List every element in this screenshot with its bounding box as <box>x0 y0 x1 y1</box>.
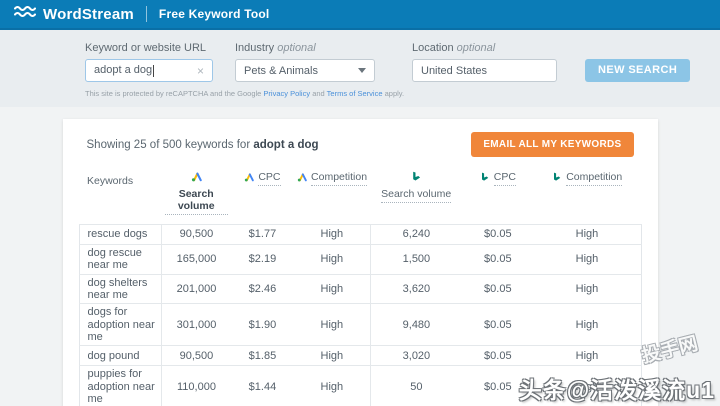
google-competition-cell: High <box>294 304 370 346</box>
industry-label: Industry optional <box>235 42 412 54</box>
brand-name: WordStream <box>43 6 134 23</box>
bing-cpc-cell: $0.05 <box>462 274 533 304</box>
keyword-cell: dogs for adoption near me <box>79 304 162 346</box>
col-header-google-competition: Competition <box>294 165 370 225</box>
results-summary: Showing 25 of 500 keywords for adopt a d… <box>87 139 319 151</box>
keyword-cell: dog pound <box>79 346 162 366</box>
chevron-down-icon <box>358 68 366 73</box>
google-search-volume-cell: 90,500 <box>162 225 231 245</box>
bing-competition-cell: High <box>533 245 641 275</box>
google-search-volume-cell: 201,000 <box>162 274 231 304</box>
bing-search-volume-cell: 9,480 <box>370 304 462 346</box>
google-competition-cell: High <box>294 245 370 275</box>
google-search-volume-cell: 165,000 <box>162 245 231 275</box>
email-keywords-button[interactable]: EMAIL ALL MY KEYWORDS <box>471 132 633 157</box>
col-header-google-search-volume: Search volume <box>162 165 231 225</box>
google-ads-icon <box>297 172 307 185</box>
google-ads-icon <box>191 171 202 185</box>
bing-cpc-cell: $0.05 <box>462 245 533 275</box>
col-header-bing-search-volume: Search volume <box>370 165 462 225</box>
table-row: rescue dogs 90,500 $1.77 High 6,240 $0.0… <box>79 225 641 245</box>
bing-cpc-cell: $0.05 <box>462 366 533 406</box>
location-input[interactable]: United States <box>412 59 557 82</box>
google-search-volume-cell: 110,000 <box>162 366 231 406</box>
search-section: Keyword or website URL adopt a dog × Ind… <box>0 30 720 107</box>
location-value: United States <box>421 65 487 77</box>
google-search-volume-cell: 90,500 <box>162 346 231 366</box>
google-cpc-cell: $1.90 <box>231 304 294 346</box>
bing-icon <box>411 171 422 185</box>
bing-search-volume-cell: 1,500 <box>370 245 462 275</box>
col-header-bing-competition: Competition <box>533 165 641 225</box>
bing-cpc-cell: $0.05 <box>462 346 533 366</box>
industry-value: Pets & Animals <box>244 65 318 77</box>
keyword-cell: dog rescue near me <box>79 245 162 275</box>
text-caret <box>153 65 154 77</box>
google-cpc-cell: $1.77 <box>231 225 294 245</box>
bing-competition-cell: High <box>533 304 641 346</box>
bing-competition-cell: High <box>533 274 641 304</box>
bing-competition-cell: High <box>533 346 641 366</box>
google-cpc-cell: $1.44 <box>231 366 294 406</box>
topbar-divider <box>146 6 147 22</box>
col-header-bing-cpc: CPC <box>462 165 533 225</box>
keyword-cell: dog shelters near me <box>79 274 162 304</box>
bing-icon <box>480 172 490 185</box>
sort-bing-search-volume[interactable]: Search volume <box>381 188 451 203</box>
bing-competition-cell: High <box>533 225 641 245</box>
new-search-button[interactable]: NEW SEARCH <box>585 59 690 82</box>
table-row: dog pound 90,500 $1.85 High 3,020 $0.05 … <box>79 346 641 366</box>
google-competition-cell: High <box>294 274 370 304</box>
table-row: dog rescue near me 165,000 $2.19 High 1,… <box>79 245 641 275</box>
google-cpc-cell: $2.46 <box>231 274 294 304</box>
col-header-google-cpc: CPC <box>231 165 294 225</box>
bing-search-volume-cell: 6,240 <box>370 225 462 245</box>
bing-icon <box>552 172 562 185</box>
bing-search-volume-cell: 3,020 <box>370 346 462 366</box>
privacy-policy-link[interactable]: Privacy Policy <box>263 89 310 98</box>
table-row: dog shelters near me 201,000 $2.46 High … <box>79 274 641 304</box>
recaptcha-disclaimer: This site is protected by reCAPTCHA and … <box>85 89 720 98</box>
keyword-cell: puppies for adoption near me <box>79 366 162 406</box>
bing-cpc-cell: $0.05 <box>462 225 533 245</box>
query-text: adopt a dog <box>253 139 318 151</box>
keyword-label: Keyword or website URL <box>85 42 235 54</box>
keyword-field-group: Keyword or website URL adopt a dog × <box>85 42 235 82</box>
bing-cpc-cell: $0.05 <box>462 304 533 346</box>
wave-icon <box>14 5 36 23</box>
sort-bing-cpc[interactable]: CPC <box>494 171 516 186</box>
keyword-cell: rescue dogs <box>79 225 162 245</box>
industry-select[interactable]: Pets & Animals <box>235 59 375 82</box>
sort-google-search-volume[interactable]: Search volume <box>165 188 228 215</box>
keyword-value: adopt a dog <box>94 64 152 76</box>
keywords-table: Keywords Search volume <box>79 165 642 406</box>
location-field-group: Location optional United States <box>412 42 557 82</box>
col-header-keywords: Keywords <box>79 165 162 225</box>
table-header-row: Keywords Search volume <box>79 165 641 225</box>
table-row: dogs for adoption near me 301,000 $1.90 … <box>79 304 641 346</box>
google-ads-icon <box>244 172 254 185</box>
sort-google-cpc[interactable]: CPC <box>258 171 280 186</box>
topbar: WordStream Free Keyword Tool <box>0 0 720 30</box>
google-competition-cell: High <box>294 346 370 366</box>
bing-search-volume-cell: 50 <box>370 366 462 406</box>
bing-search-volume-cell: 3,620 <box>370 274 462 304</box>
google-search-volume-cell: 301,000 <box>162 304 231 346</box>
location-label: Location optional <box>412 42 557 54</box>
wordstream-logo[interactable]: WordStream <box>14 5 134 23</box>
google-cpc-cell: $2.19 <box>231 245 294 275</box>
google-competition-cell: High <box>294 366 370 406</box>
app-title: Free Keyword Tool <box>159 7 270 21</box>
google-cpc-cell: $1.85 <box>231 346 294 366</box>
table-row: puppies for adoption near me 110,000 $1.… <box>79 366 641 406</box>
terms-of-service-link[interactable]: Terms of Service <box>327 89 383 98</box>
keyword-input[interactable]: adopt a dog × <box>85 59 213 82</box>
clear-input-icon[interactable]: × <box>197 64 204 78</box>
google-competition-cell: High <box>294 225 370 245</box>
sort-bing-competition[interactable]: Competition <box>566 171 622 186</box>
bing-competition-cell: High <box>533 366 641 406</box>
results-card: Showing 25 of 500 keywords for adopt a d… <box>63 119 658 406</box>
industry-field-group: Industry optional Pets & Animals <box>235 42 412 82</box>
sort-google-competition[interactable]: Competition <box>311 171 367 186</box>
